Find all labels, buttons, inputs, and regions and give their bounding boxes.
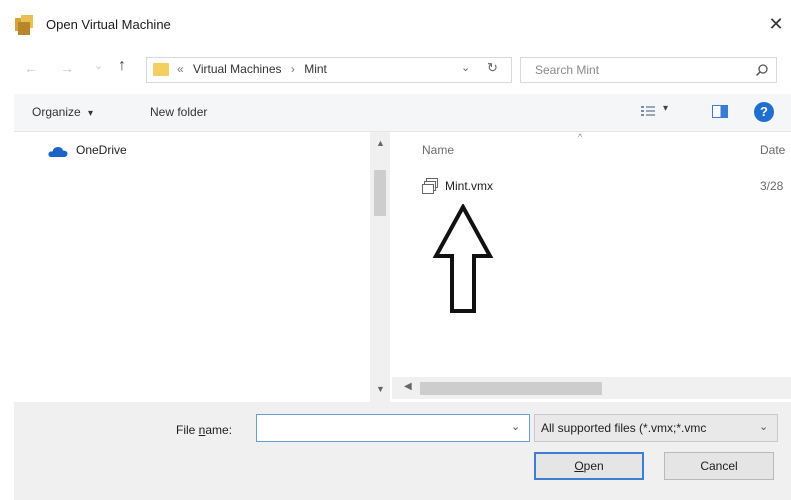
file-type-filter[interactable]: All supported files (*.vmx;*.vmc ⌄ [534,414,778,442]
breadcrumb: « Virtual Machines › Mint [177,62,327,76]
vmware-app-icon [15,15,33,35]
search-icon[interactable] [755,63,769,77]
dialog-footer: File name: ⌄ All supported files (*.vmx;… [14,402,791,500]
new-folder-button[interactable]: New folder [150,105,207,119]
scroll-left-arrow[interactable]: ◀ [404,381,412,392]
nav-pane-scrollbar[interactable]: ▲ ▼ [370,132,390,402]
view-dropdown-button[interactable]: ▾ [663,103,668,114]
command-toolbar: Organize ▾ New folder ▾ ? [14,94,791,132]
scroll-down-arrow[interactable]: ▼ [376,384,385,394]
file-list-scrollbar[interactable]: ◀ [392,377,791,399]
help-icon[interactable]: ? [754,102,774,122]
close-button[interactable]: ✕ [764,12,788,36]
file-list-pane: ^ Name Date Mint.vmx 3/28 [392,132,791,402]
title-bar: Open Virtual Machine ✕ [0,0,791,50]
search-placeholder: Search Mint [535,63,600,77]
column-header-name[interactable]: Name [422,143,454,157]
file-item-mint-vmx[interactable]: Mint.vmx [445,179,493,193]
filename-label-part: ame: [205,423,233,437]
column-header-date[interactable]: Date [760,143,785,157]
up-button[interactable]: ↑ [118,57,126,75]
chevron-down-icon: ▾ [88,108,94,119]
breadcrumb-overflow[interactable]: « [177,62,184,76]
breadcrumb-mint[interactable]: Mint [304,62,327,76]
view-options-icon[interactable] [640,104,656,118]
breadcrumb-virtual-machines[interactable]: Virtual Machines [193,62,282,76]
organize-label: Organize [32,105,81,119]
breadcrumb-separator[interactable]: › [291,62,295,76]
file-type-filter-value: All supported files (*.vmx;*.vmc [541,421,707,435]
chevron-down-icon[interactable]: ⌄ [759,420,768,433]
nav-item-onedrive[interactable]: OneDrive [76,143,127,157]
forward-button[interactable]: → [60,58,74,78]
organize-menu[interactable]: Organize ▾ [32,105,93,119]
filename-dropdown-button[interactable]: ⌄ [511,420,520,433]
vm-file-icon [422,178,438,194]
annotation-arrow-icon [432,204,494,313]
back-button[interactable]: ← [24,58,38,78]
search-box[interactable]: Search Mint [520,57,777,83]
window-title: Open Virtual Machine [46,17,171,32]
cloud-icon [48,147,68,157]
filename-label-part: File [176,423,199,437]
scroll-up-arrow[interactable]: ▲ [376,138,385,148]
folder-icon [153,63,169,76]
scroll-thumb-horizontal[interactable] [420,382,602,395]
filename-label: File name: [176,423,232,437]
recent-locations-button[interactable]: ⌄ [94,56,103,76]
navigation-pane: OneDrive [14,132,369,402]
open-label-accel: O [574,459,584,473]
open-button[interactable]: Open [534,452,644,480]
preview-pane-icon[interactable] [712,105,728,118]
address-bar[interactable]: « Virtual Machines › Mint ⌄ ↻ [146,57,512,83]
filename-input[interactable]: ⌄ [256,414,530,442]
open-label: pen [583,459,604,473]
file-date: 3/28 [760,179,784,193]
cancel-button[interactable]: Cancel [664,452,774,480]
address-dropdown-button[interactable]: ⌄ [461,61,470,74]
refresh-button[interactable]: ↻ [487,60,498,76]
sort-indicator: ^ [578,132,583,142]
scroll-thumb[interactable] [374,170,386,216]
